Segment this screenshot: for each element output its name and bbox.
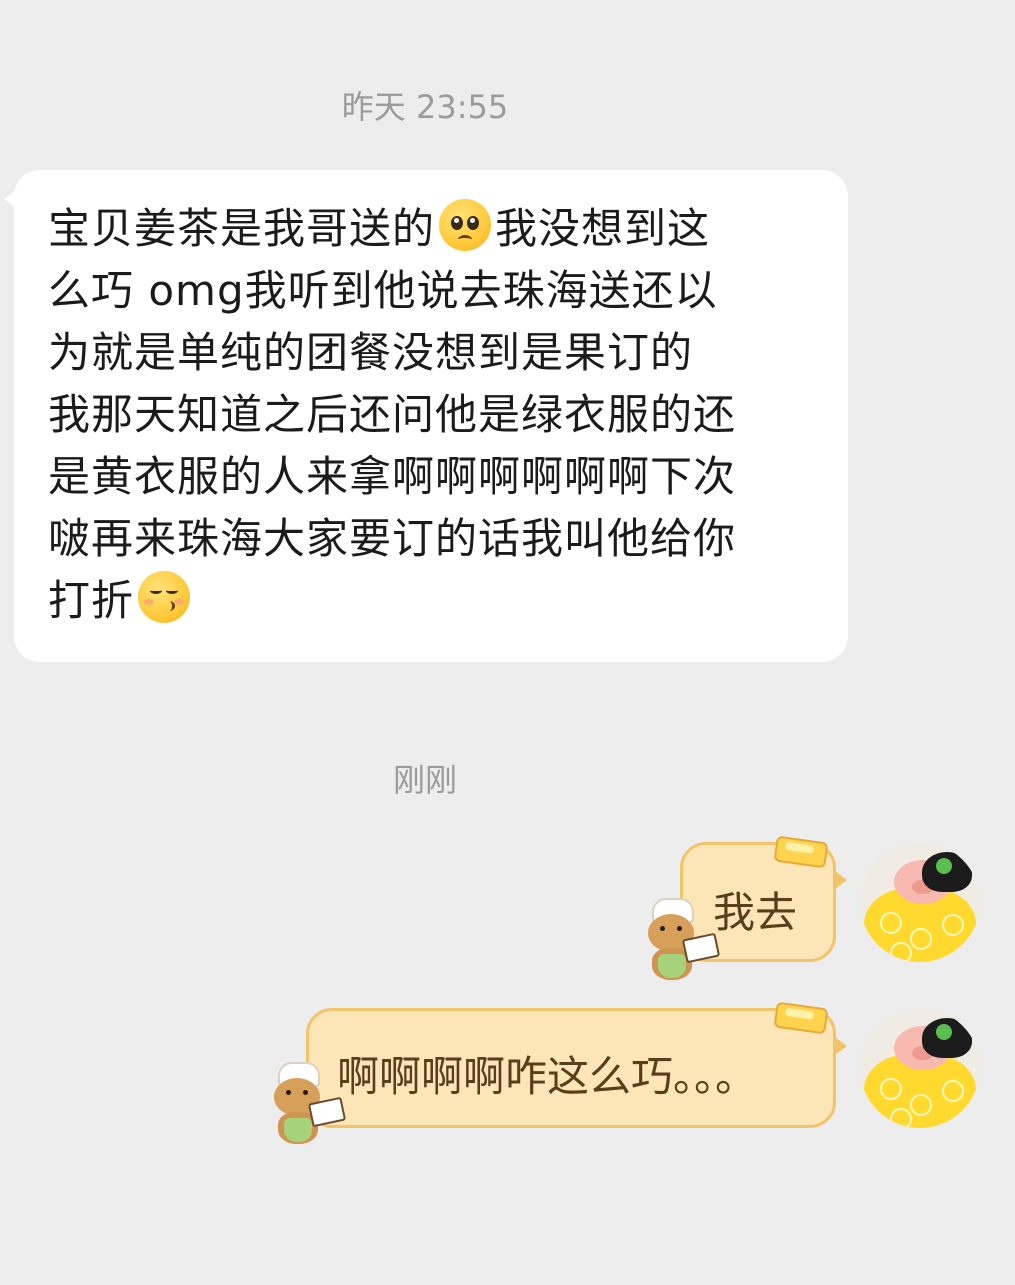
timestamp: 刚刚 [392, 761, 457, 799]
incoming-message-bubble[interactable]: 宝贝姜茶是我哥送的 我没想到这 么巧 omg我听到他说去珠海送还以 为就是单纯的团… [4, 170, 848, 662]
chat-view: 昨天 23:55 宝贝姜茶是我哥送的 我没想到这 么巧 omg我听到他说去珠海送还… [0, 0, 1015, 1285]
message-line: 为就是单纯的团餐没想到是果订的 [48, 328, 694, 377]
pig-avatar[interactable] [860, 1008, 980, 1128]
message-line: 我那天知道之后还问他是绿衣服的还 [48, 390, 737, 439]
message-line: 么巧 omg我听到他说去珠海送还以 [48, 266, 718, 315]
butter-icon [773, 1001, 829, 1035]
pleading-face-emoji [439, 199, 492, 251]
pig-avatar[interactable] [860, 842, 980, 962]
message-line: 啵再来珠海大家要订的话我叫他给你 [48, 514, 737, 563]
timestamp: 昨天 23:55 [341, 88, 509, 126]
message-text: 啊啊啊啊咋这么巧。。。 [337, 1052, 758, 1101]
outgoing-message-bubble[interactable]: 啊啊啊啊咋这么巧。。。 [306, 1001, 847, 1128]
kissing-smiling-eyes-emoji [138, 571, 191, 623]
message-line: 是黄衣服的人来拿啊啊啊啊啊啊下次 [48, 452, 737, 501]
teddy-chef-sticker [640, 898, 721, 988]
butter-icon [773, 835, 829, 869]
teddy-chef-sticker [266, 1062, 347, 1152]
message-text: 我去 [713, 888, 798, 937]
message-line: 宝贝姜茶是我哥送的 我没想到这 [48, 198, 814, 260]
message-line: 打折 [48, 570, 814, 632]
